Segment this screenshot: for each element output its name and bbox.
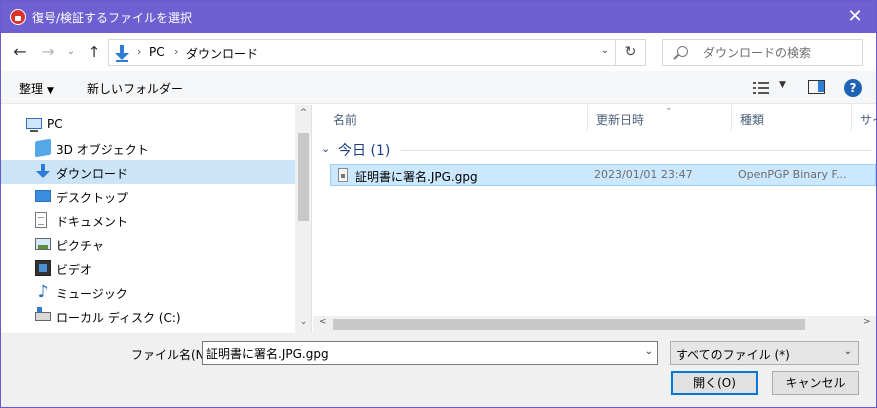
organize-button[interactable]: 整理 ▼ <box>19 80 54 97</box>
column-label: 種類 <box>740 113 765 127</box>
command-toolbar: 整理 ▼ 新しいフォルダー ▼ ? <box>1 71 876 104</box>
scroll-left-icon[interactable]: < <box>319 317 327 327</box>
filetype-select[interactable]: すべてのファイル (*) ⌄ <box>670 341 859 365</box>
group-label: 今日 (1) <box>338 143 391 159</box>
local-disk-icon <box>35 307 51 321</box>
chevron-down-icon: ⌄ <box>321 142 331 155</box>
sidebar-item-label: ドキュメント <box>56 215 129 229</box>
sidebar-item-label: 3D オブジェクト <box>56 143 149 157</box>
search-icon <box>677 46 688 57</box>
sidebar-item-label: デスクトップ <box>56 191 129 205</box>
chevron-down-icon: ⌄ <box>843 346 852 357</box>
breadcrumb-downloads[interactable]: ダウンロード <box>186 45 258 62</box>
filename-combobox[interactable]: ⌄ <box>202 341 658 365</box>
column-label: 名前 <box>333 113 358 127</box>
column-label: サイ <box>860 113 876 127</box>
sidebar-item-label: ミュージック <box>56 287 128 301</box>
file-list-pane: 名前 ⌄ 更新日時 種類 サイ ⌄ 今日 (1) 証明書に署名.JPG.gpg … <box>313 105 876 333</box>
download-icon <box>114 44 130 62</box>
scroll-down-icon[interactable]: ⌄ <box>295 317 311 327</box>
filename-input[interactable] <box>206 344 631 362</box>
sidebar-item-documents[interactable]: ドキュメント <box>1 208 295 232</box>
sidebar-item-desktop[interactable]: デスクトップ <box>1 184 295 208</box>
organize-label: 整理 <box>19 82 44 96</box>
open-button[interactable]: 開く(O) <box>671 371 758 395</box>
change-view-button[interactable]: ▼ <box>753 80 789 96</box>
address-bar[interactable]: › PC › ダウンロード ⌄ <box>108 39 616 66</box>
file-list-horizontal-scrollbar[interactable]: < > <box>313 316 876 333</box>
pictures-icon <box>35 238 51 250</box>
navigation-pane-scrollbar[interactable]: ^ ⌄ <box>295 105 311 333</box>
back-button[interactable]: ← <box>9 42 31 62</box>
filetype-value: すべてのファイル (*) <box>676 348 790 362</box>
refresh-button[interactable]: ↻ <box>616 39 646 66</box>
column-name[interactable]: 名前 ⌄ <box>325 105 673 131</box>
sidebar-item-pictures[interactable]: ピクチャ <box>1 232 295 256</box>
encrypted-file-icon <box>338 168 348 182</box>
chevron-down-icon: ▼ <box>779 80 786 90</box>
chevron-down-icon[interactable]: ⌄ <box>645 346 653 357</box>
column-type[interactable]: 種類 <box>732 105 852 131</box>
sidebar-item-local-disk[interactable]: ローカル ディスク (C:) <box>1 304 295 328</box>
column-label: 更新日時 <box>596 113 645 127</box>
group-header-today[interactable]: ⌄ 今日 (1) <box>321 140 871 160</box>
sidebar-item-3d-objects[interactable]: 3D オブジェクト <box>1 136 295 160</box>
group-divider <box>401 150 871 151</box>
column-size[interactable]: サイ <box>852 105 876 131</box>
navigation-pane: PC 3D オブジェクト ダウンロード デスクトップ ドキュメント ピクチャ ビ… <box>1 105 312 333</box>
address-dropdown-icon[interactable]: ⌄ <box>601 45 609 56</box>
download-icon <box>35 164 51 180</box>
sidebar-item-downloads[interactable]: ダウンロード <box>1 160 295 184</box>
sidebar-item-label: PC <box>47 117 63 131</box>
scrollbar-thumb[interactable] <box>333 319 805 330</box>
help-icon[interactable]: ? <box>844 79 862 97</box>
pc-icon <box>26 118 42 132</box>
cancel-button[interactable]: キャンセル <box>772 371 859 395</box>
music-icon: ♪ <box>37 282 49 302</box>
details-view-icon <box>753 82 769 94</box>
window-title: 復号/検証するファイルを選択 <box>32 11 193 25</box>
scroll-right-icon[interactable]: > <box>863 317 871 327</box>
recent-locations-button[interactable]: ⌄ <box>63 42 79 62</box>
desktop-icon <box>35 190 51 202</box>
column-modified[interactable]: 更新日時 <box>588 105 732 131</box>
search-box[interactable] <box>662 39 863 66</box>
file-open-dialog: 復号/検証するファイルを選択 ✕ ← → ⌄ ↑ › PC › ダウンロード ⌄… <box>0 0 877 408</box>
file-modified: 2023/01/01 23:47 <box>594 168 693 181</box>
sidebar-item-pc[interactable]: PC <box>1 112 295 136</box>
documents-icon <box>35 212 47 228</box>
breadcrumb-pc[interactable]: PC <box>149 45 165 59</box>
up-button[interactable]: ↑ <box>83 42 105 62</box>
sidebar-item-label: ローカル ディスク (C:) <box>56 311 181 325</box>
preview-pane-icon[interactable] <box>808 80 825 94</box>
sidebar-item-label: ビデオ <box>56 263 93 277</box>
3d-objects-icon <box>35 138 51 158</box>
column-header: 名前 ⌄ 更新日時 種類 サイ <box>313 105 876 131</box>
forward-button[interactable]: → <box>37 42 59 62</box>
file-name: 証明書に署名.JPG.gpg <box>355 170 478 184</box>
search-input[interactable] <box>703 44 858 62</box>
sidebar-item-music[interactable]: ♪ ミュージック <box>1 280 295 304</box>
navigation-bar: ← → ⌄ ↑ › PC › ダウンロード ⌄ ↻ <box>1 33 876 71</box>
close-button[interactable]: ✕ <box>832 1 876 33</box>
breadcrumb-separator: › <box>137 45 142 58</box>
new-folder-button[interactable]: 新しいフォルダー <box>87 80 183 97</box>
table-row[interactable]: 証明書に署名.JPG.gpg 2023/01/01 23:47 OpenPGP … <box>330 164 876 186</box>
file-type: OpenPGP Binary F... <box>738 168 847 181</box>
sidebar-item-videos[interactable]: ビデオ <box>1 256 295 280</box>
app-lock-icon <box>10 9 26 25</box>
dialog-footer: ファイル名(N): ⌄ すべてのファイル (*) ⌄ 開く(O) キャンセル <box>1 333 876 407</box>
title-bar: 復号/検証するファイルを選択 ✕ <box>1 1 876 33</box>
videos-icon <box>35 260 51 276</box>
scrollbar-thumb[interactable] <box>298 133 309 221</box>
chevron-down-icon: ▼ <box>47 86 54 96</box>
sidebar-item-label: ダウンロード <box>56 167 129 181</box>
scroll-up-icon[interactable]: ^ <box>295 108 311 118</box>
sidebar-item-label: ピクチャ <box>56 239 104 253</box>
breadcrumb-separator: › <box>174 45 179 58</box>
